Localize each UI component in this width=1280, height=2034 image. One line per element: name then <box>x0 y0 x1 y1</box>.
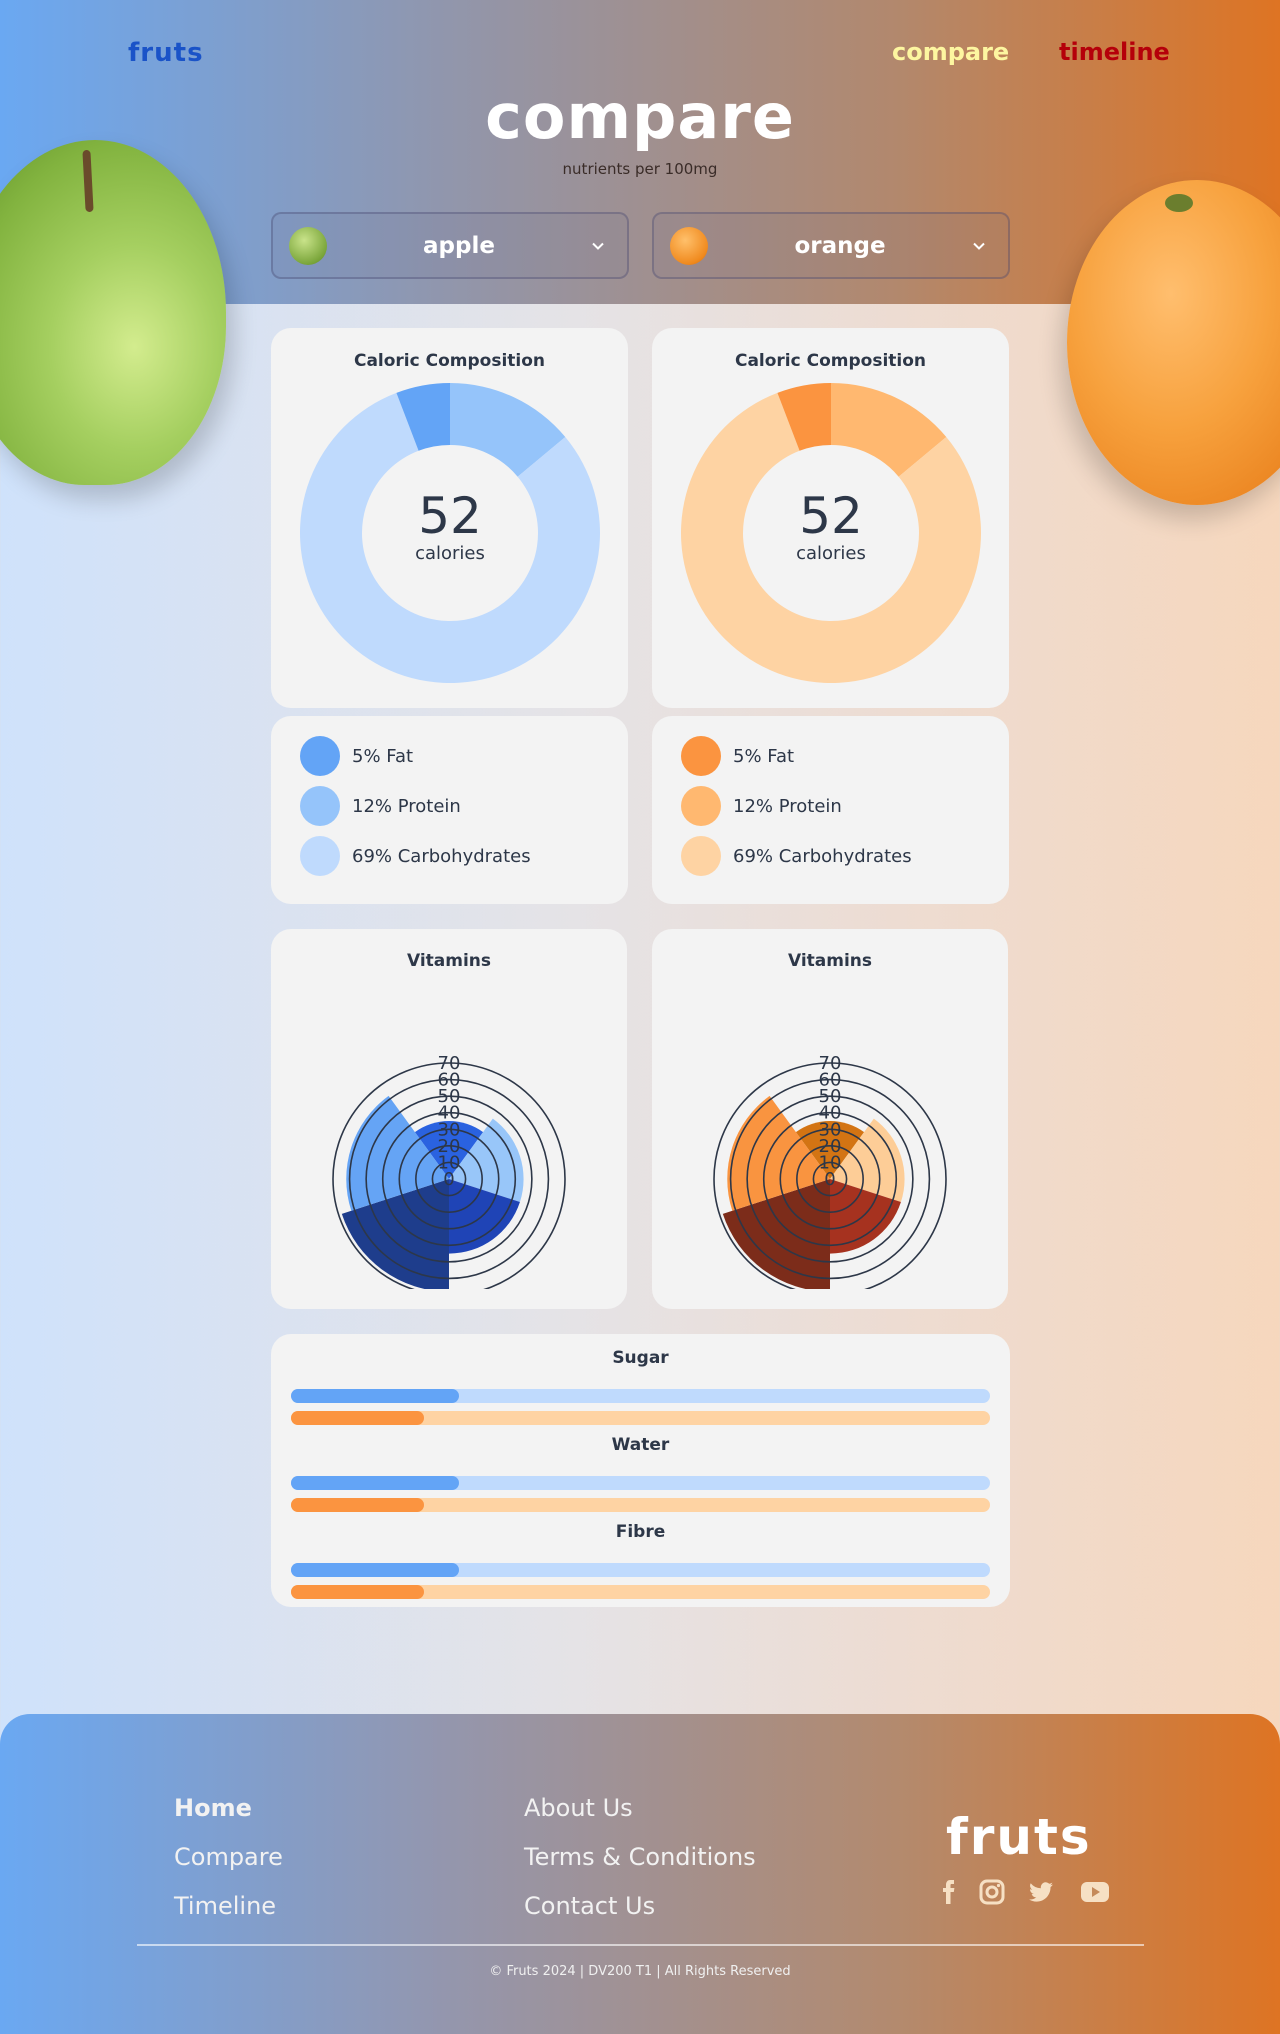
legend-label: 69% Carbohydrates <box>733 845 912 867</box>
bar-fill-apple <box>291 1476 459 1490</box>
page-title: compare <box>485 80 795 153</box>
fruit-select-left[interactable]: apple <box>271 212 629 279</box>
bar-label-water: Water <box>611 1435 670 1455</box>
footer-link-home[interactable]: Home <box>174 1794 252 1822</box>
footer-logo[interactable]: fruts <box>946 1808 1092 1866</box>
bar-track-apple <box>291 1389 990 1403</box>
legend-swatch <box>681 786 721 826</box>
apple-icon <box>289 226 327 265</box>
legend-item-carbohydrates: 69% Carbohydrates <box>681 836 912 876</box>
legend-card-orange: 5% Fat 12% Protein 69% Carbohydrates <box>652 716 1009 904</box>
page-subtitle: nutrients per 100mg <box>562 160 718 178</box>
legend-item-carbohydrates: 69% Carbohydrates <box>300 836 531 876</box>
copyright: © Fruts 2024 | DV200 T1 | All Rights Res… <box>489 1964 791 1979</box>
chevron-down-icon <box>973 242 985 250</box>
bar-track-apple <box>291 1563 990 1577</box>
legend-item-fat: 5% Fat <box>300 736 413 776</box>
card-title: Caloric Composition <box>734 351 927 371</box>
legend-label: 12% Protein <box>733 795 842 817</box>
legend-item-protein: 12% Protein <box>300 786 461 826</box>
bar-fill-apple <box>291 1563 459 1577</box>
orange-stem <box>1165 194 1193 212</box>
bar-fill-apple <box>291 1389 459 1403</box>
vitamins-card-apple: Vitamins 0 10 20 30 40 50 60 70 <box>271 929 627 1309</box>
facebook-icon[interactable] <box>935 1878 963 1906</box>
legend-item-protein: 12% Protein <box>681 786 842 826</box>
donut-center: 52 calories <box>298 489 602 564</box>
instagram-icon[interactable] <box>978 1878 1006 1906</box>
caloric-card-apple: Caloric Composition 52 calories <box>271 328 628 708</box>
bar-track-orange <box>291 1498 990 1512</box>
fruit-select-right[interactable]: orange <box>652 212 1010 279</box>
bar-track-orange <box>291 1585 990 1599</box>
bar-label-sugar: Sugar <box>612 1348 669 1368</box>
polar-tick-label: 70 <box>438 1053 461 1074</box>
card-title: Vitamins <box>787 951 873 971</box>
vitamins-card-orange: Vitamins 0 10 20 30 40 50 60 70 <box>652 929 1008 1309</box>
bar-track-apple <box>291 1476 990 1490</box>
calories-value: 52 <box>418 487 482 545</box>
legend-label: 12% Protein <box>352 795 461 817</box>
footer-link-contact[interactable]: Contact Us <box>524 1892 655 1920</box>
footer-divider <box>137 1944 1144 1946</box>
twitter-icon[interactable] <box>1027 1878 1055 1906</box>
footer-link-about[interactable]: About Us <box>524 1794 633 1822</box>
legend-card-apple: 5% Fat 12% Protein 69% Carbohydrates <box>271 716 628 904</box>
calories-value: 52 <box>799 487 863 545</box>
footer-link-compare[interactable]: Compare <box>174 1843 283 1871</box>
bar-fill-orange <box>291 1498 424 1512</box>
bar-label-fibre: Fibre <box>615 1522 666 1542</box>
logo[interactable]: fruts <box>128 38 204 68</box>
legend-swatch <box>300 736 340 776</box>
calories-label: calories <box>796 543 866 564</box>
legend-swatch <box>300 836 340 876</box>
legend-label: 5% Fat <box>352 745 414 767</box>
polar-area-chart: 010203040506070 <box>332 1053 566 1289</box>
legend-item-fat: 5% Fat <box>681 736 794 776</box>
footer: Home Compare Timeline About Us Terms & C… <box>0 1714 1280 2034</box>
chevron-down-icon <box>592 242 604 250</box>
calories-label: calories <box>415 543 485 564</box>
bar-track-orange <box>291 1411 990 1425</box>
fruit-select-label: orange <box>794 232 886 259</box>
donut-chart: 52 calories <box>298 381 602 685</box>
footer-link-timeline[interactable]: Timeline <box>174 1892 276 1920</box>
legend-label: 5% Fat <box>733 745 795 767</box>
donut-center: 52 calories <box>679 489 983 564</box>
legend-label: 69% Carbohydrates <box>352 845 531 867</box>
footer-link-terms[interactable]: Terms & Conditions <box>524 1843 756 1871</box>
legend-swatch <box>681 736 721 776</box>
legend-swatch <box>681 836 721 876</box>
nutrient-bars-card: Sugar Water Fibre <box>271 1334 1010 1607</box>
legend-swatch <box>300 786 340 826</box>
fruit-select-label: apple <box>423 232 495 259</box>
donut-chart: 52 calories <box>679 381 983 685</box>
caloric-card-orange: Caloric Composition 52 calories <box>652 328 1009 708</box>
bar-fill-orange <box>291 1411 424 1425</box>
nav-timeline-link[interactable]: timeline <box>1059 38 1170 66</box>
card-title: Caloric Composition <box>353 351 546 371</box>
card-title: Vitamins <box>406 951 492 971</box>
bar-fill-orange <box>291 1585 424 1599</box>
polar-area-chart: 010203040506070 <box>713 1053 947 1289</box>
youtube-icon[interactable] <box>1080 1878 1110 1906</box>
orange-icon <box>670 226 708 265</box>
polar-tick-label: 70 <box>819 1053 842 1074</box>
nav-compare-link[interactable]: compare <box>892 38 1009 66</box>
